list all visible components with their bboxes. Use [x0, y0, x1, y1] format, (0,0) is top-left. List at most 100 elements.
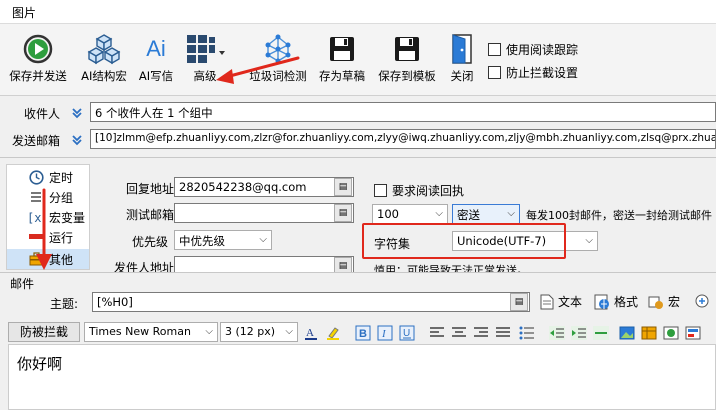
insert-link-icon[interactable] — [662, 324, 680, 342]
sidebar-item-group[interactable]: 分组 — [7, 187, 89, 207]
macro-tool-icon — [648, 296, 663, 309]
count-select[interactable]: 100 ⌵ — [372, 204, 448, 224]
macro-mode-button[interactable]: 宏 — [648, 293, 680, 310]
justify-icon[interactable] — [494, 324, 512, 342]
checkbox-box[interactable] — [488, 43, 501, 56]
insert-image-icon[interactable] — [618, 324, 636, 342]
address-book-icon[interactable]: ▤ — [334, 204, 352, 222]
anti-block-button[interactable]: 防被拦截 — [8, 322, 80, 342]
cubes-icon — [87, 34, 121, 65]
chevron-down-icon: ⌵ — [285, 326, 293, 337]
sidebar-item-macro[interactable]: [x] 宏变量 — [7, 207, 89, 227]
priority-label: 优先级 — [132, 235, 169, 249]
subject-input[interactable]: [%H0] — [92, 292, 530, 312]
reply-address-value: 2820542238@qq.com — [179, 180, 307, 194]
insert-table-icon[interactable] — [640, 324, 658, 342]
source-code-icon[interactable] — [684, 324, 702, 342]
ai-struct-label: AI结构宏 — [81, 69, 127, 83]
floppy-disk-icon — [330, 37, 354, 61]
reply-address-input[interactable]: 2820542238@qq.com — [174, 177, 354, 197]
font-size-value: 3 (12 px) — [225, 325, 276, 338]
mail-compose-window: 图片 保存并发送 AI结构宏 Ai AI写信 高级 垃圾词检测 存为草稿 保存到… — [0, 0, 716, 410]
advanced-label: 高级 — [193, 69, 217, 83]
sender-address-input[interactable] — [174, 256, 354, 272]
italic-icon[interactable]: I — [376, 324, 394, 342]
recipients-label: 收件人 — [24, 107, 61, 121]
text-mode-label: 文本 — [558, 295, 583, 309]
network-icon — [265, 34, 291, 64]
spam-check-button[interactable]: 垃圾词检测 — [246, 32, 310, 94]
address-book-icon[interactable]: ▤ — [334, 178, 352, 196]
reply-address-label: 回复地址 — [126, 182, 175, 196]
read-tracking-checkbox[interactable]: 使用阅读跟踪 — [488, 41, 578, 58]
font-size-select[interactable]: 3 (12 px) ⌵ — [220, 322, 298, 342]
subject-row: 主题: [%H0] ▤ 文本 格式 宏 — [0, 290, 716, 318]
ai-struct-button[interactable]: AI结构宏 — [76, 32, 132, 94]
anti-block-btn-label: 防被拦截 — [19, 325, 68, 339]
save-send-label: 保存并发送 — [9, 69, 67, 83]
align-right-icon[interactable] — [472, 324, 490, 342]
font-name-select[interactable]: Times New Roman ⌵ — [84, 322, 218, 342]
more-tools-icon[interactable] — [694, 293, 710, 312]
mail-body-editor[interactable]: 你好啊 — [8, 344, 716, 410]
underline-icon[interactable]: U — [398, 324, 416, 342]
text-mode-button[interactable]: 文本 — [540, 293, 582, 310]
mail-body-text: 你好啊 — [17, 355, 63, 373]
advanced-grid-icon — [187, 35, 225, 63]
test-email-input[interactable] — [174, 203, 354, 223]
save-draft-button[interactable]: 存为草稿 — [314, 32, 370, 94]
anti-block-checkbox[interactable]: 防止拦截设置 — [488, 64, 578, 81]
charset-warning: 慎用：可能导致无法正常发送。 — [374, 264, 528, 272]
highlighter-icon[interactable] — [324, 324, 342, 342]
checkbox-box[interactable] — [488, 66, 501, 79]
send-mode-select[interactable]: 密送 ⌵ — [452, 204, 520, 224]
chevron-down-icon: ⌵ — [507, 208, 515, 219]
sidebar-item-run[interactable]: 运行 — [7, 227, 89, 247]
sidebar-item-timing[interactable]: 定时 — [7, 167, 89, 187]
highlight-box — [362, 223, 566, 259]
format-mode-button[interactable]: 格式 — [594, 293, 638, 310]
insert-macro-icon[interactable]: ▤ — [510, 293, 528, 311]
sidebar-item-label: 宏变量 — [49, 210, 86, 225]
align-center-icon[interactable] — [450, 324, 468, 342]
sender-field[interactable]: [10]zlmm@efp.zhuanliyy.com,zlzr@for.zhua… — [90, 129, 716, 149]
spam-check-label: 垃圾词检测 — [249, 69, 307, 83]
sidebar-item-label: 分组 — [49, 190, 74, 205]
read-receipt-checkbox[interactable]: 要求阅读回执 — [374, 182, 464, 199]
sidebar-item-label: 其他 — [49, 252, 74, 267]
priority-select[interactable]: 中优先级 ⌵ — [174, 230, 272, 250]
test-email-label: 测试邮箱 — [126, 208, 175, 222]
floppy-disk-icon — [395, 37, 419, 61]
save-template-button[interactable]: 保存到模板 — [374, 32, 440, 94]
door-exit-icon — [452, 34, 472, 64]
address-book-icon[interactable]: ▤ — [334, 257, 352, 272]
title-bar: 图片 — [0, 0, 716, 24]
sender-address-label: 发件人地址 — [114, 261, 175, 272]
save-template-label: 保存到模板 — [378, 69, 436, 83]
svg-text:A: A — [306, 327, 314, 339]
list-icon — [31, 192, 41, 202]
sender-row: 发送邮箱 [10]zlmm@efp.zhuanliyy.com,zlzr@for… — [0, 126, 716, 152]
bullet-list-icon[interactable] — [518, 324, 536, 342]
priority-value: 中优先级 — [179, 234, 225, 248]
recipients-field[interactable]: 6 个收件人在 1 个组中 — [90, 102, 716, 122]
save-draft-label: 存为草稿 — [319, 69, 365, 83]
double-chevron-down-icon[interactable] — [71, 107, 83, 119]
align-left-icon[interactable] — [428, 324, 446, 342]
insert-rule-icon[interactable] — [592, 324, 610, 342]
advanced-button[interactable]: 高级 — [180, 32, 230, 94]
sidebar-item-label: 运行 — [49, 230, 74, 245]
indent-icon[interactable] — [570, 324, 588, 342]
svg-text:U: U — [403, 328, 410, 339]
checkbox-box[interactable] — [374, 184, 387, 197]
play-icon — [23, 34, 53, 64]
outdent-icon[interactable] — [548, 324, 566, 342]
ai-write-button[interactable]: Ai AI写信 — [136, 32, 176, 94]
double-chevron-down-icon[interactable] — [71, 134, 83, 146]
font-color-icon[interactable]: A — [302, 324, 320, 342]
bold-icon[interactable]: B — [354, 324, 372, 342]
save-send-button[interactable]: 保存并发送 — [6, 32, 70, 94]
close-button[interactable]: 关闭 — [444, 32, 480, 94]
sidebar-item-other[interactable]: 其他 — [7, 249, 89, 269]
recipients-row: 收件人 6 个收件人在 1 个组中 — [0, 98, 716, 126]
